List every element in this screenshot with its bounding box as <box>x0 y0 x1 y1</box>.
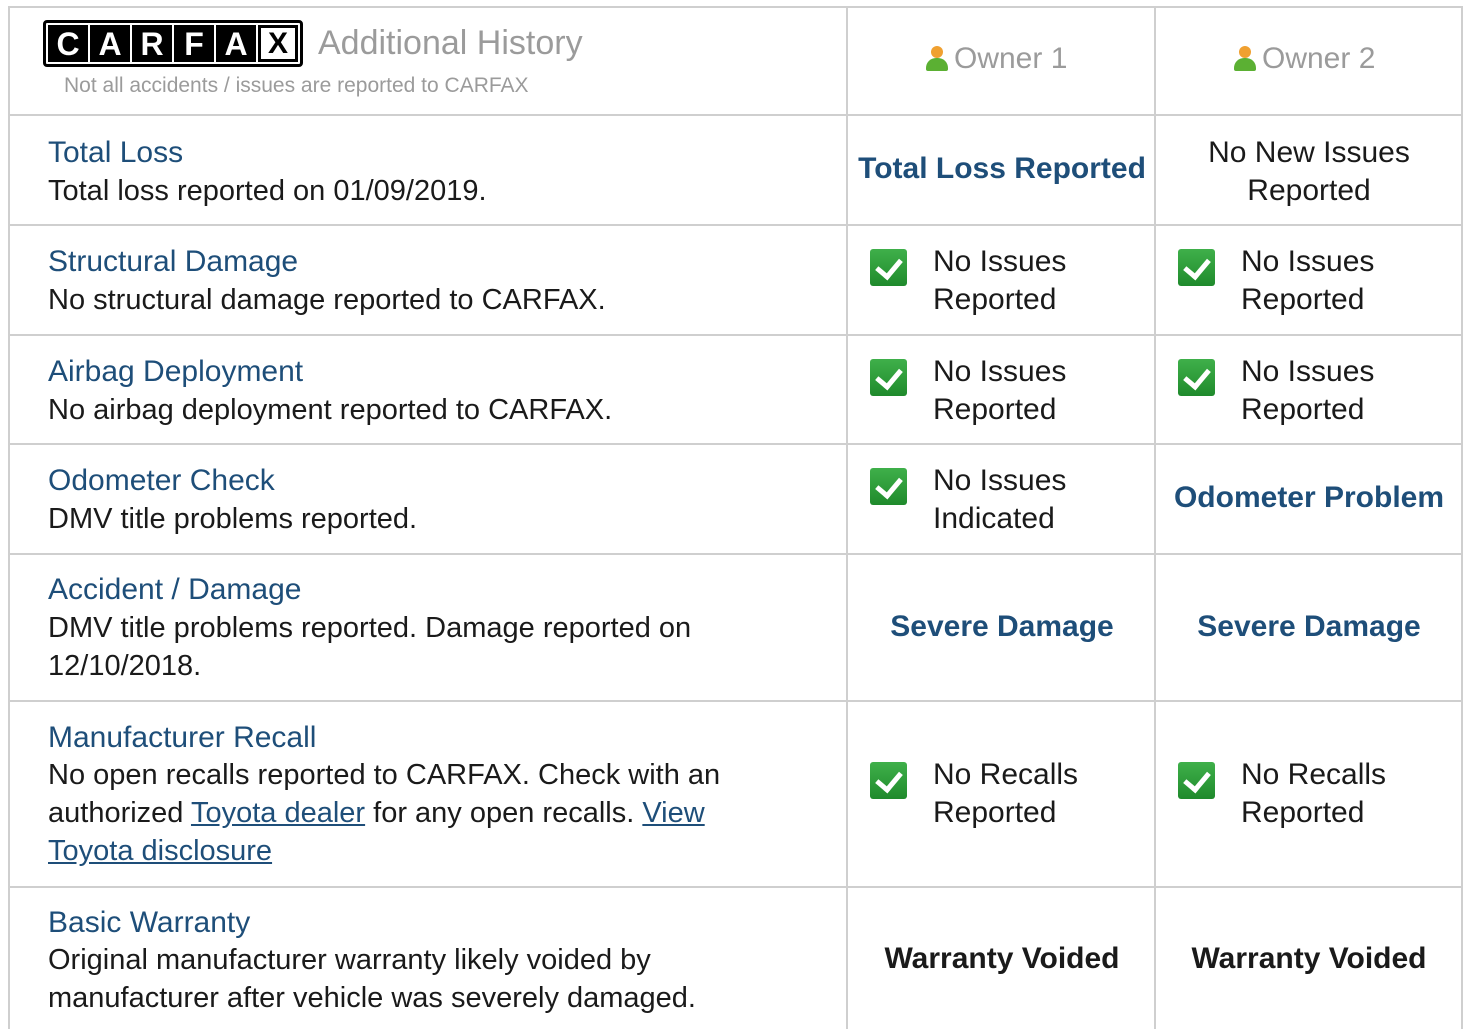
checkmark-icon <box>870 249 907 286</box>
checkmark-icon <box>1178 359 1215 396</box>
desc-line: Original manufacturer warranty likely vo… <box>48 944 651 976</box>
carfax-logo[interactable]: C A R F A X <box>43 20 303 67</box>
status-odometer-owner-2[interactable]: Odometer Problem <box>1156 481 1462 515</box>
status-line: Reported <box>933 393 1057 426</box>
status-structural-owner-1: No Issues Reported <box>870 243 1066 319</box>
row-desc: DMV title problems reported. <box>48 503 418 535</box>
status-line: No Issues <box>933 245 1067 278</box>
status-line: Reported <box>1241 283 1365 316</box>
row-title-odometer-check[interactable]: Odometer Check <box>48 464 275 498</box>
status-line: Indicated <box>933 502 1055 535</box>
desc-line: Toyota disclosure <box>48 832 788 870</box>
person-icon <box>1234 46 1256 72</box>
divider <box>8 700 1463 702</box>
toyota-disclosure-link[interactable]: Toyota disclosure <box>48 835 272 867</box>
row-title-manufacturer-recall[interactable]: Manufacturer Recall <box>48 721 316 755</box>
divider <box>8 334 1463 336</box>
row-title-total-loss[interactable]: Total Loss <box>48 136 183 170</box>
status-line: No Issues <box>1241 245 1375 278</box>
divider <box>8 886 1463 888</box>
divider <box>8 224 1463 226</box>
toyota-dealer-link[interactable]: Toyota dealer <box>191 797 365 829</box>
section-title: Additional History <box>318 24 583 62</box>
status-odometer-owner-1: No Issues Indicated <box>870 462 1066 538</box>
status-warranty-owner-2: Warranty Voided <box>1191 942 1427 975</box>
divider <box>8 443 1463 445</box>
owner-label: Owner 1 <box>954 42 1068 75</box>
divider <box>8 553 1463 555</box>
status-line: Reported <box>933 283 1057 316</box>
row-desc: Original manufacturer warranty likely vo… <box>48 941 788 1017</box>
status-airbag-owner-1: No Issues Reported <box>870 353 1066 429</box>
owner-1-header: Owner 1 <box>926 42 1067 76</box>
status-recall-owner-1: No Recalls Reported <box>870 756 1078 832</box>
desc-line: authorized Toyota dealer for any open re… <box>48 794 788 832</box>
desc-text: for any open recalls. <box>365 797 643 829</box>
status-recall-owner-2: No Recalls Reported <box>1178 756 1386 832</box>
checkmark-icon <box>870 762 907 799</box>
row-desc: No airbag deployment reported to CARFAX. <box>48 394 613 426</box>
divider <box>8 6 1463 8</box>
logo-letter: F <box>174 25 214 62</box>
person-icon <box>926 46 948 72</box>
logo-letter: A <box>90 25 130 62</box>
row-title-structural-damage[interactable]: Structural Damage <box>48 245 298 279</box>
status-line: No Issues <box>933 464 1067 497</box>
status-total-loss-owner-2: No New Issues Reported <box>1156 134 1462 210</box>
row-desc: Total loss reported on 01/09/2019. <box>48 175 487 207</box>
divider <box>8 6 10 1029</box>
status-total-loss-owner-1[interactable]: Total Loss Reported <box>848 152 1156 186</box>
row-title-accident-damage[interactable]: Accident / Damage <box>48 573 301 607</box>
status-airbag-owner-2: No Issues Reported <box>1178 353 1374 429</box>
checkmark-icon <box>1178 249 1215 286</box>
section-subtitle: Not all accidents / issues are reported … <box>64 74 529 97</box>
desc-line: No open recalls reported to CARFAX. Chec… <box>48 759 721 791</box>
status-line: No Issues <box>933 355 1067 388</box>
status-warranty-owner-1: Warranty Voided <box>884 942 1120 975</box>
status-line: No New Issues <box>1208 136 1410 169</box>
divider <box>8 114 1463 116</box>
row-desc: No open recalls reported to CARFAX. Chec… <box>48 756 788 870</box>
status-line: Reported <box>1241 796 1365 829</box>
status-structural-owner-2: No Issues Reported <box>1178 243 1374 319</box>
row-desc: No structural damage reported to CARFAX. <box>48 284 606 316</box>
additional-history-table: C A R F A X Additional History Not all a… <box>8 6 1463 1029</box>
row-desc: DMV title problems reported. Damage repo… <box>48 609 788 685</box>
status-line: Reported <box>1247 174 1371 207</box>
checkmark-icon <box>870 359 907 396</box>
owner-2-header: Owner 2 <box>1234 42 1375 76</box>
logo-letter: X <box>258 25 298 62</box>
row-title-airbag-deployment[interactable]: Airbag Deployment <box>48 355 303 389</box>
status-line: Reported <box>933 796 1057 829</box>
logo-letter: A <box>216 25 256 62</box>
status-line: No Recalls <box>1241 758 1387 791</box>
row-title-basic-warranty[interactable]: Basic Warranty <box>48 906 250 940</box>
view-disclosure-link[interactable]: View <box>642 797 704 829</box>
desc-line: DMV title problems reported. Damage repo… <box>48 612 692 644</box>
desc-line: 12/10/2018. <box>48 650 202 682</box>
desc-text: authorized <box>48 797 191 829</box>
logo-letter: C <box>48 25 88 62</box>
checkmark-icon <box>1178 762 1215 799</box>
status-line: Reported <box>1241 393 1365 426</box>
status-accident-owner-1[interactable]: Severe Damage <box>848 610 1156 644</box>
checkmark-icon <box>870 468 907 505</box>
logo-letter: R <box>132 25 172 62</box>
status-line: No Recalls <box>933 758 1079 791</box>
status-accident-owner-2[interactable]: Severe Damage <box>1156 610 1462 644</box>
desc-line: manufacturer after vehicle was severely … <box>48 982 696 1014</box>
owner-label: Owner 2 <box>1262 42 1376 75</box>
status-line: No Issues <box>1241 355 1375 388</box>
